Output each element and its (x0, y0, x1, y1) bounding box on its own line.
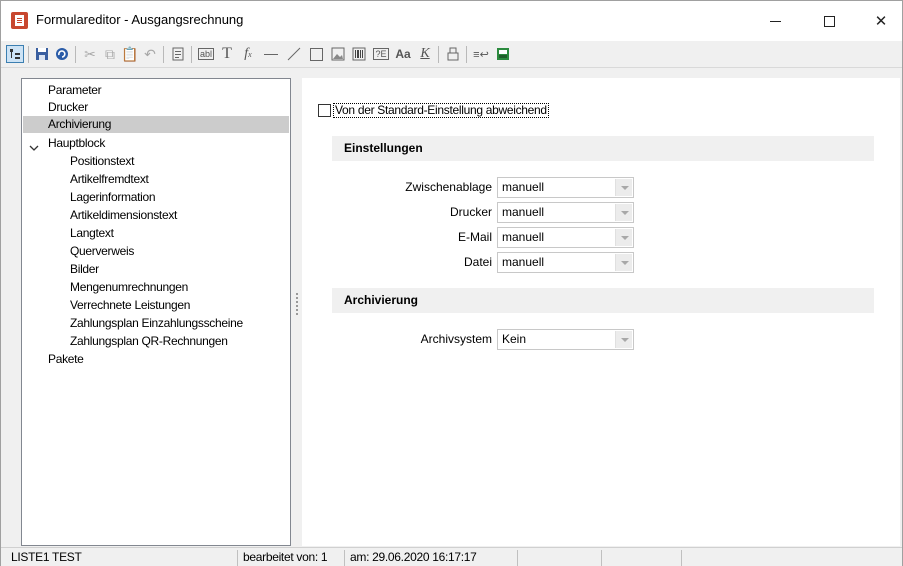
text-icon[interactable]: T (218, 45, 236, 63)
tree-item-zahlungsplan-qr-rechnungen[interactable]: Zahlungsplan QR-Rechnungen (70, 333, 228, 350)
maximize-button[interactable] (806, 1, 852, 41)
tree-item-positionstext[interactable]: Positionstext (70, 153, 134, 170)
font-icon[interactable]: Aa (394, 45, 412, 63)
status-separator (681, 550, 682, 566)
datei-select[interactable]: manuell (497, 252, 634, 273)
diagonal-line-icon[interactable] (285, 45, 303, 63)
tree-item-lagerinformation[interactable]: Lagerinformation (70, 189, 156, 206)
tree-item-langtext[interactable]: Langtext (70, 225, 114, 242)
status-bar: LISTE1 TEST bearbeitet von: 1 am: 29.06.… (1, 547, 902, 566)
archivsystem-select[interactable]: Kein (497, 329, 634, 350)
override-checkbox[interactable] (318, 104, 331, 117)
toolbar-separator (163, 46, 164, 63)
insert-icon[interactable]: ≡↩ (472, 45, 490, 63)
toolbar: ✂ ⧉ 📋 ↶ abl T fx ?E Aa K ≡↩ (1, 41, 902, 68)
settings-panel: Von der Standard-Einstellung abweichend … (302, 78, 900, 546)
field-label-archivsystem: Archivsystem (420, 332, 492, 346)
status-edited-by: bearbeitet von: 1 (243, 550, 328, 564)
print-preview-icon[interactable] (494, 45, 512, 63)
toolbar-separator (191, 46, 192, 63)
formula-icon[interactable]: fx (239, 45, 257, 63)
layers-icon[interactable] (444, 45, 462, 63)
chevron-down-icon[interactable] (28, 142, 40, 154)
toolbar-separator (28, 46, 29, 63)
toolbar-separator (438, 46, 439, 63)
status-separator (344, 550, 345, 566)
chevron-down-icon[interactable] (615, 204, 632, 221)
tree-item-parameter[interactable]: Parameter (48, 82, 102, 99)
cut-icon[interactable]: ✂ (81, 45, 99, 63)
chevron-down-icon[interactable] (615, 331, 632, 348)
tree-item-verrechnete-leistungen[interactable]: Verrechnete Leistungen (70, 297, 190, 314)
copy-icon[interactable]: ⧉ (101, 45, 119, 63)
window-title: Formulareditor - Ausgangsrechnung (36, 12, 244, 27)
horizontal-line-icon[interactable] (262, 45, 280, 63)
combo-value: Kein (502, 332, 527, 346)
barcode-icon[interactable] (350, 45, 368, 63)
chevron-down-icon[interactable] (615, 179, 632, 196)
clear-format-icon[interactable]: K (416, 45, 434, 63)
formulareditor-window: Formulareditor - Ausgangsrechnung ✕ ✂ ⧉ … (0, 0, 903, 566)
minimize-button[interactable] (752, 1, 798, 41)
image-icon[interactable] (329, 45, 347, 63)
override-checkbox-label[interactable]: Von der Standard-Einstellung abweichend (333, 103, 549, 118)
tree-item-artikelfremdtext[interactable]: Artikelfremdtext (70, 171, 149, 188)
drucker-select[interactable]: manuell (497, 202, 634, 223)
toolbar-separator (466, 46, 467, 63)
field-label-drucker: Drucker (449, 205, 492, 219)
status-separator (601, 550, 602, 566)
section-header-archivierung: Archivierung (332, 288, 874, 313)
tree-item-mengenumrechnungen[interactable]: Mengenumrechnungen (70, 279, 188, 296)
tree-item-bilder[interactable]: Bilder (70, 261, 99, 278)
tree-item-querverweis[interactable]: Querverweis (70, 243, 134, 260)
app-icon (11, 12, 28, 29)
variable-icon[interactable]: ?E (372, 45, 390, 63)
tree-item-pakete[interactable]: Pakete (48, 351, 84, 368)
rectangle-icon[interactable] (307, 45, 325, 63)
section-header-einstellungen: Einstellungen (332, 136, 874, 161)
minimize-icon (769, 20, 781, 22)
combo-value: manuell (502, 180, 545, 194)
maximize-icon (823, 15, 835, 27)
email-select[interactable]: manuell (497, 227, 634, 248)
close-button[interactable]: ✕ (858, 1, 903, 41)
chevron-down-icon[interactable] (615, 254, 632, 271)
status-separator (517, 550, 518, 566)
save-icon[interactable] (33, 45, 51, 63)
tree-item-artikeldimensionstext[interactable]: Artikeldimensionstext (70, 207, 177, 224)
undo-icon[interactable]: ↶ (141, 45, 159, 63)
close-icon: ✕ (874, 13, 888, 30)
tree-item-archivierung[interactable]: Archivierung (23, 116, 289, 133)
status-edited-at: am: 29.06.2020 16:17:17 (350, 550, 477, 564)
combo-value: manuell (502, 230, 545, 244)
combo-value: manuell (502, 255, 545, 269)
status-separator (237, 550, 238, 566)
combo-value: manuell (502, 205, 545, 219)
panel-splitter[interactable] (295, 291, 299, 321)
tree-item-hauptblock[interactable]: Hauptblock (48, 135, 105, 152)
tree-item-zahlungsplan-einzahlungsscheine[interactable]: Zahlungsplan Einzahlungsscheine (70, 315, 243, 332)
field-label-zwischenablage: Zwischenablage (405, 180, 492, 194)
tree-view-icon[interactable] (6, 45, 24, 63)
field-label-email: E-Mail (457, 230, 492, 244)
toolbar-separator (75, 46, 76, 63)
tree-item-drucker[interactable]: Drucker (48, 99, 88, 116)
title-bar[interactable]: Formulareditor - Ausgangsrechnung ✕ (1, 1, 902, 41)
paste-icon[interactable]: 📋 (121, 45, 139, 63)
refresh-icon[interactable] (53, 45, 71, 63)
text-field-icon[interactable]: abl (197, 45, 215, 63)
override-checkbox-row[interactable]: Von der Standard-Einstellung abweichend (318, 103, 549, 118)
chevron-down-icon[interactable] (615, 229, 632, 246)
field-label-datei: Datei (463, 255, 492, 269)
navigation-tree[interactable]: Parameter Drucker Archivierung Hauptbloc… (21, 78, 291, 546)
status-list-name: LISTE1 TEST (11, 550, 82, 564)
zwischenablage-select[interactable]: manuell (497, 177, 634, 198)
properties-icon[interactable] (169, 45, 187, 63)
